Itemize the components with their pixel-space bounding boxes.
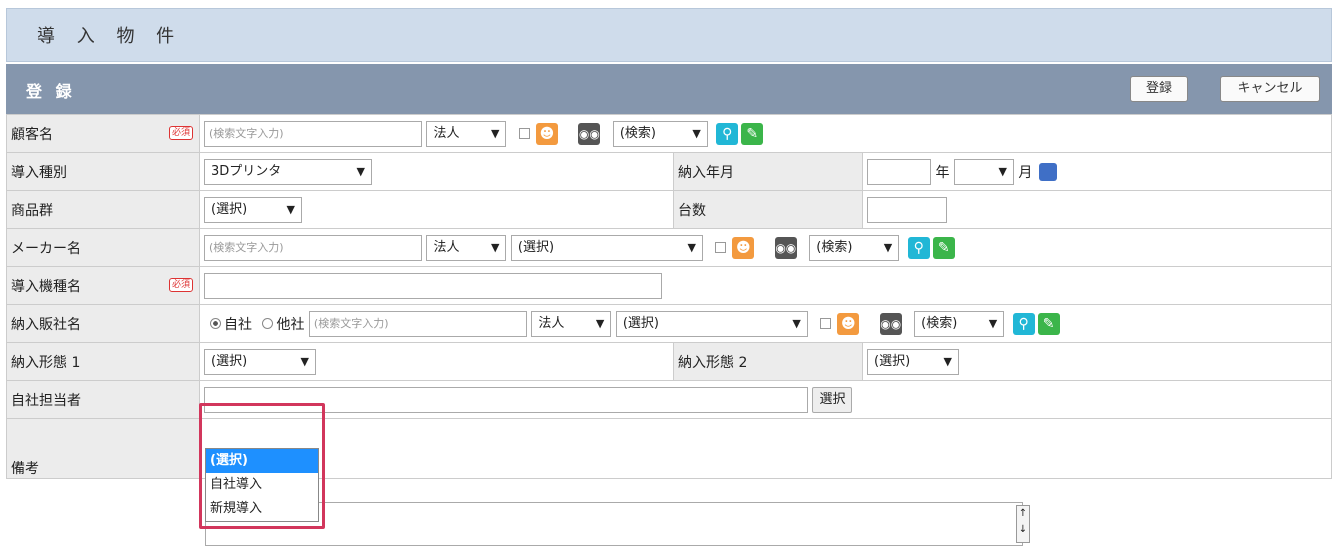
dealer-checkbox[interactable] xyxy=(820,318,832,329)
cancel-button[interactable]: キャンセル xyxy=(1220,76,1320,102)
maker-type-select[interactable]: 法人 ▼ xyxy=(426,234,507,261)
delivery-date-label: 納入年月 xyxy=(673,152,863,191)
required-badge: 必須 xyxy=(168,278,193,292)
model-input[interactable] xyxy=(204,272,662,299)
calendar-icon[interactable] xyxy=(1038,162,1057,181)
maker-search-select[interactable]: (検索) ▼ xyxy=(809,234,900,261)
product-group-select[interactable]: (選択) ▼ xyxy=(204,196,302,223)
count-label: 台数 xyxy=(673,190,863,229)
dealer-type-select[interactable]: 法人 ▼ xyxy=(531,310,612,337)
intro-type-select[interactable]: 3Dプリンタ ▼ xyxy=(204,158,372,185)
resize-handle[interactable]: ↑ ↓ xyxy=(1016,505,1030,543)
dropdown-option[interactable]: 自社導入 xyxy=(206,473,318,497)
dealer-label: 納入販社名 xyxy=(6,304,200,343)
person-icon[interactable]: ☻ xyxy=(732,236,755,259)
dropdown-option[interactable]: 新規導入 xyxy=(206,497,318,521)
product-group-label: 商品群 xyxy=(6,190,200,229)
maker-search-input[interactable]: (検索文字入力) xyxy=(204,234,422,261)
form2-label: 納入形態 2 xyxy=(673,342,863,381)
row-product-group: 商品群 (選択) ▼ 台数 xyxy=(6,190,1332,229)
section-title: 登 録 xyxy=(26,82,76,101)
customer-search-input[interactable]: (検索文字入力) xyxy=(204,120,422,147)
row-model: 導入機種名 必須 xyxy=(6,266,1332,305)
intro-type-label: 導入種別 xyxy=(6,152,200,191)
row-maker: メーカー名 (検索文字入力) 法人 ▼ (選択) ▼ ☻ ◉◉ (検索) ▼ ⚲ ✎ xyxy=(6,228,1332,267)
maker-checkbox[interactable] xyxy=(715,242,727,253)
dealer-search-input[interactable]: (検索文字入力) xyxy=(308,310,527,337)
form1-select[interactable]: (選択) ▼ xyxy=(204,348,316,375)
row-form1: 納入形態 1 (選択) ▼ 納入形態 2 (選択) ▼ xyxy=(6,342,1332,381)
binoculars-icon[interactable]: ◉◉ xyxy=(774,236,797,259)
dropdown-option[interactable]: (選択) xyxy=(206,449,318,473)
register-button[interactable]: 登録 xyxy=(1130,76,1188,102)
person-icon[interactable]: ☻ xyxy=(837,312,860,335)
dealer-search-select[interactable]: (検索) ▼ xyxy=(914,310,1005,337)
edit-icon[interactable]: ✎ xyxy=(932,236,955,259)
row-customer: 顧客名 必須 (検索文字入力) 法人 ▼ ☻ ◉◉ (検索) ▼ ⚲ ✎ xyxy=(6,114,1332,153)
year-input[interactable] xyxy=(867,158,931,185)
dealer-select[interactable]: (選択) ▼ xyxy=(615,310,808,337)
edit-icon[interactable]: ✎ xyxy=(741,122,764,145)
month-select[interactable]: ▼ xyxy=(953,158,1014,185)
person-icon[interactable]: ☻ xyxy=(535,122,558,145)
binoculars-icon[interactable]: ◉◉ xyxy=(578,122,601,145)
radio-own[interactable] xyxy=(210,318,221,329)
model-label: 導入機種名 必須 xyxy=(6,266,200,305)
staff-select-button[interactable]: 選択 xyxy=(812,386,853,413)
search-icon[interactable]: ⚲ xyxy=(716,122,739,145)
edit-icon[interactable]: ✎ xyxy=(1037,312,1060,335)
notes-label: 備考 xyxy=(6,418,200,479)
radio-other[interactable] xyxy=(262,318,274,329)
customer-label: 顧客名 必須 xyxy=(6,114,200,153)
page-title: 導 入 物 件 xyxy=(37,26,183,47)
maker-label: メーカー名 xyxy=(6,228,200,267)
search-icon[interactable]: ⚲ xyxy=(1012,312,1035,335)
search-icon[interactable]: ⚲ xyxy=(907,236,930,259)
row-intro-type: 導入種別 3Dプリンタ ▼ 納入年月 年 ▼ 月 xyxy=(6,152,1332,191)
customer-search-select[interactable]: (検索) ▼ xyxy=(612,120,708,147)
section-bar: 登 録 登録 キャンセル xyxy=(6,64,1332,114)
customer-type-select[interactable]: 法人 ▼ xyxy=(426,120,507,147)
count-input[interactable] xyxy=(867,196,947,223)
form1-label: 納入形態 1 xyxy=(6,342,200,381)
form1-dropdown-list: (選択) 自社導入 新規導入 xyxy=(205,448,319,522)
maker-select[interactable]: (選択) ▼ xyxy=(510,234,703,261)
staff-label: 自社担当者 xyxy=(6,380,200,419)
binoculars-icon[interactable]: ◉◉ xyxy=(879,312,902,335)
row-dealer: 納入販社名 自社 他社 (検索文字入力) 法人 ▼ (選択) ▼ ☻ ◉◉ (検索)… xyxy=(6,304,1332,343)
form2-select[interactable]: (選択) ▼ xyxy=(867,348,959,375)
page-header: 導 入 物 件 xyxy=(6,8,1332,62)
required-badge: 必須 xyxy=(168,126,193,140)
customer-checkbox[interactable] xyxy=(518,128,530,139)
notes-textarea[interactable] xyxy=(205,502,1023,546)
